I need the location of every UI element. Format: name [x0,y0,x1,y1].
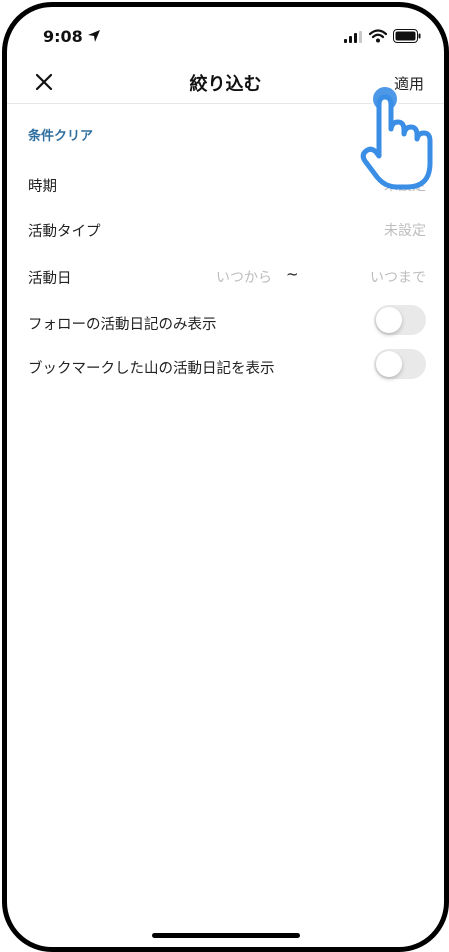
location-arrow-icon [88,30,100,42]
activity-type-label: 活動タイプ [28,224,101,240]
clear-conditions-button[interactable]: 条件クリア [28,125,93,144]
battery-icon [393,29,421,43]
following-only-label: フォローの活動日記のみ表示 [28,317,217,333]
activity-type-value: 未設定 [384,223,426,239]
following-only-row: フォローの活動日記のみ表示 [28,305,426,339]
status-bar: 9:08 [7,7,444,61]
activity-date-row: 活動日 いつから ~ いつまで [28,259,426,293]
date-to-field[interactable]: いつまで [370,267,426,287]
following-only-toggle[interactable] [374,305,426,335]
tap-pointer-hand-icon [360,85,433,190]
toggle-knob [376,307,402,333]
home-indicator [152,933,300,938]
period-label: 時期 [28,179,57,195]
activity-type-row[interactable]: 活動タイプ 未設定 [28,212,426,246]
phone-frame: 9:08 絞り込む 適用 条件クリア 時期 未設定 [2,2,449,952]
bookmarked-mountains-toggle[interactable] [374,349,426,379]
toggle-knob [376,351,402,377]
cellular-signal-icon [344,31,362,43]
wifi-icon [369,29,387,43]
activity-date-label: 活動日 [28,271,72,287]
bookmarked-mountains-row: ブックマークした山の活動日記を表示 [28,349,426,383]
bookmarked-mountains-label: ブックマークした山の活動日記を表示 [28,361,275,377]
status-time: 9:08 [43,27,83,46]
date-from-field[interactable]: いつから [216,267,272,287]
date-range-separator: ~ [286,265,299,283]
